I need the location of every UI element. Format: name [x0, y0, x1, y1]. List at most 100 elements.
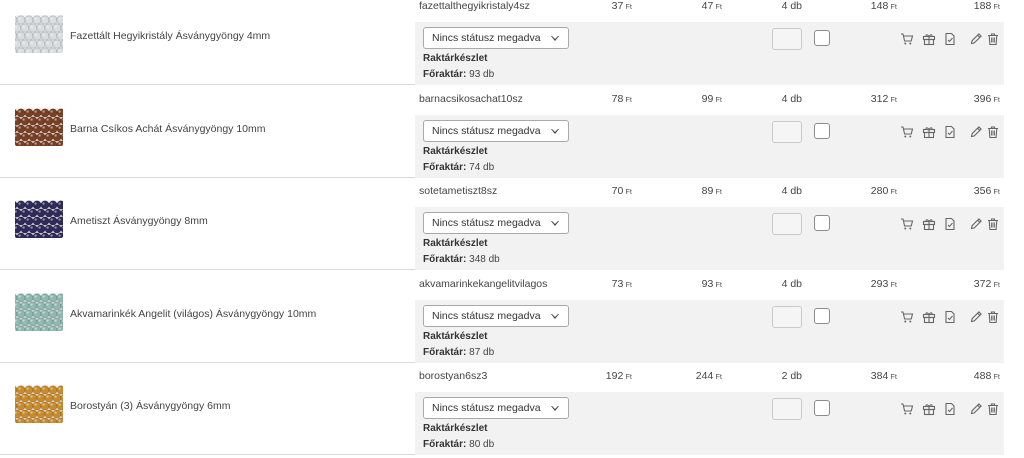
stock-main-warehouse: Főraktár: 87 db: [423, 347, 494, 358]
status-select[interactable]: Nincs státusz megadva: [423, 27, 569, 49]
stock-value: 80 db: [469, 439, 495, 450]
cart-icon[interactable]: [900, 32, 914, 46]
product-sku: akvamarinkekangelitvilagos: [419, 278, 548, 290]
product-sku: barnacsikosachat10sz: [419, 93, 523, 105]
item-details-panel: Nincs státusz megadva Raktárkészlet Főrakt…: [415, 207, 1004, 270]
quantity: 4 db: [781, 0, 802, 12]
product-thumbnail[interactable]: [15, 200, 63, 238]
select-checkbox[interactable]: [814, 308, 830, 324]
stock-main-warehouse: Főraktár: 80 db: [423, 439, 494, 450]
product-row: Ametiszt Ásványgyöngy 8mm sotetametiszt8s…: [0, 177, 1004, 270]
quantity-input[interactable]: [772, 121, 802, 143]
document-check-icon[interactable]: [943, 310, 957, 324]
unit-price-gross: 99 Ft: [701, 93, 722, 105]
select-checkbox[interactable]: [814, 30, 830, 46]
product-thumbnail[interactable]: [15, 108, 63, 146]
quantity: 4 db: [781, 93, 802, 105]
gift-icon[interactable]: [922, 125, 936, 139]
cart-icon[interactable]: [900, 402, 914, 416]
total-gross: 372 Ft: [973, 278, 1000, 290]
delete-trash-icon[interactable]: [986, 125, 1000, 139]
select-checkbox[interactable]: [814, 400, 830, 416]
edit-pencil-icon[interactable]: [969, 125, 983, 139]
delete-trash-icon[interactable]: [986, 310, 1000, 324]
product-name[interactable]: Barna Csíkos Achát Ásványgyöngy 10mm: [70, 123, 266, 135]
product-sku: fazettalthegyikristaly4sz: [419, 0, 530, 12]
gift-icon[interactable]: [922, 402, 936, 416]
status-select-value: Nincs státusz megadva: [432, 310, 541, 322]
edit-pencil-icon[interactable]: [969, 310, 983, 324]
stock-title: Raktárkészlet: [423, 423, 488, 434]
status-select-value: Nincs státusz megadva: [432, 125, 541, 137]
cart-icon[interactable]: [900, 310, 914, 324]
status-select[interactable]: Nincs státusz megadva: [423, 305, 569, 327]
total-net: 312 Ft: [870, 93, 897, 105]
product-thumbnail[interactable]: [15, 293, 63, 331]
gift-icon[interactable]: [922, 32, 936, 46]
stock-main-warehouse: Főraktár: 74 db: [423, 162, 494, 173]
item-details-panel: Nincs státusz megadva Raktárkészlet Főrakt…: [415, 300, 1004, 363]
item-details-panel: Nincs státusz megadva Raktárkészlet Főrakt…: [415, 392, 1004, 455]
select-checkbox[interactable]: [814, 215, 830, 231]
total-gross: 396 Ft: [973, 93, 1000, 105]
product-thumbnail[interactable]: [15, 385, 63, 423]
delete-trash-icon[interactable]: [986, 402, 1000, 416]
chevron-down-icon: [551, 36, 559, 41]
gift-icon[interactable]: [922, 217, 936, 231]
cart-icon[interactable]: [900, 217, 914, 231]
document-check-icon[interactable]: [943, 402, 957, 416]
edit-pencil-icon[interactable]: [969, 32, 983, 46]
stock-label: Főraktár:: [423, 162, 467, 173]
stock-label: Főraktár:: [423, 347, 467, 358]
edit-pencil-icon[interactable]: [969, 402, 983, 416]
cart-icon[interactable]: [900, 125, 914, 139]
chevron-down-icon: [551, 406, 559, 411]
quantity-input[interactable]: [772, 213, 802, 235]
stock-title: Raktárkészlet: [423, 238, 488, 249]
quantity: 4 db: [781, 278, 802, 290]
chevron-down-icon: [551, 221, 559, 226]
product-row: Borostyán (3) Ásványgyöngy 6mm borostyan6…: [0, 362, 1004, 455]
stock-value: 87 db: [469, 347, 495, 358]
product-name[interactable]: Borostyán (3) Ásványgyöngy 6mm: [70, 400, 230, 412]
status-select[interactable]: Nincs státusz megadva: [423, 120, 569, 142]
total-net: 148 Ft: [870, 0, 897, 12]
quantity: 2 db: [781, 370, 802, 382]
document-check-icon[interactable]: [943, 125, 957, 139]
quantity-input[interactable]: [772, 306, 802, 328]
document-check-icon[interactable]: [943, 217, 957, 231]
product-row: Akvamarinkék Angelit (világos) Ásványgyö…: [0, 270, 1004, 363]
product-thumbnail[interactable]: [15, 15, 63, 53]
product-name[interactable]: Akvamarinkék Angelit (világos) Ásványgyö…: [70, 308, 316, 320]
status-select[interactable]: Nincs státusz megadva: [423, 397, 569, 419]
stock-title: Raktárkészlet: [423, 331, 488, 342]
delete-trash-icon[interactable]: [986, 217, 1000, 231]
total-net: 293 Ft: [870, 278, 897, 290]
document-check-icon[interactable]: [943, 32, 957, 46]
gift-icon[interactable]: [922, 310, 936, 324]
total-net: 384 Ft: [870, 370, 897, 382]
quantity-input[interactable]: [772, 28, 802, 50]
stock-label: Főraktár:: [423, 254, 467, 265]
product-row: Barna Csíkos Achát Ásványgyöngy 10mm barn…: [0, 85, 1004, 178]
product-name[interactable]: Ametiszt Ásványgyöngy 8mm: [70, 215, 208, 227]
unit-price-net: 192 Ft: [605, 370, 632, 382]
status-select-value: Nincs státusz megadva: [432, 402, 541, 414]
stock-label: Főraktár:: [423, 69, 467, 80]
item-details-panel: Nincs státusz megadva Raktárkészlet Főrakt…: [415, 22, 1004, 85]
total-gross: 188 Ft: [973, 0, 1000, 12]
quantity: 4 db: [781, 185, 802, 197]
quantity-input[interactable]: [772, 398, 802, 420]
unit-price-gross: 244 Ft: [695, 370, 722, 382]
product-name[interactable]: Fazettált Hegyikristály Ásványgyöngy 4mm: [70, 30, 270, 42]
status-select[interactable]: Nincs státusz megadva: [423, 212, 569, 234]
edit-pencil-icon[interactable]: [969, 217, 983, 231]
stock-label: Főraktár:: [423, 439, 467, 450]
unit-price-net: 78 Ft: [611, 93, 632, 105]
delete-trash-icon[interactable]: [986, 32, 1000, 46]
status-select-value: Nincs státusz megadva: [432, 32, 541, 44]
unit-price-net: 70 Ft: [611, 185, 632, 197]
select-checkbox[interactable]: [814, 123, 830, 139]
stock-value: 348 db: [469, 254, 500, 265]
unit-price-net: 37 Ft: [611, 0, 632, 12]
